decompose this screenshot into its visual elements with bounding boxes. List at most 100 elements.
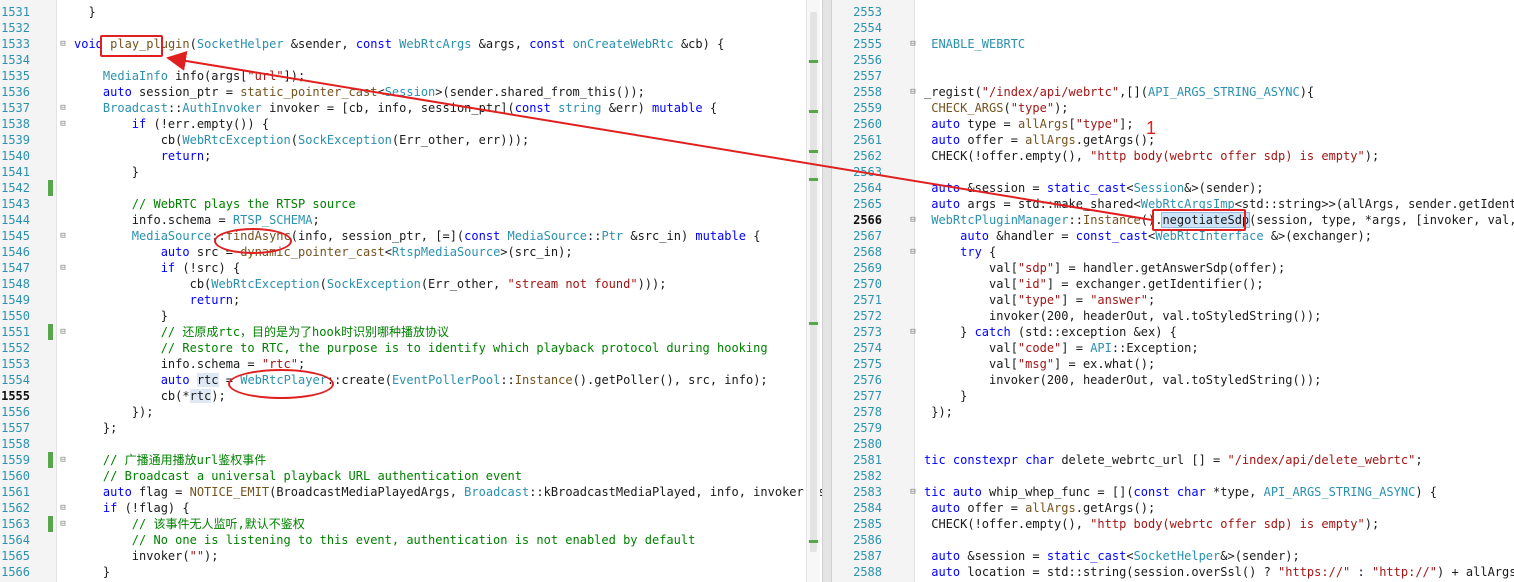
- code-text[interactable]: auto &handler = const_cast<WebRtcInterfa…: [924, 228, 1372, 244]
- code-text[interactable]: ENABLE_WEBRTC: [924, 36, 1025, 52]
- code-line[interactable]: 2553: [832, 4, 1514, 20]
- code-line[interactable]: 2563: [832, 164, 1514, 180]
- code-line[interactable]: 2588 auto location = std::string(session…: [832, 564, 1514, 580]
- code-line[interactable]: 1547 ⊟ if (!src) {: [0, 260, 822, 276]
- code-line[interactable]: 2576 invoker(200, headerOut, val.toStyle…: [832, 372, 1514, 388]
- code-line[interactable]: 2554: [832, 20, 1514, 36]
- code-line[interactable]: 2564 auto &session = static_cast<Session…: [832, 180, 1514, 196]
- code-text[interactable]: CHECK(!offer.empty(), "http body(webrtc …: [924, 148, 1379, 164]
- code-line[interactable]: 2560 auto type = allArgs["type"];: [832, 116, 1514, 132]
- code-text[interactable]: }: [924, 388, 967, 404]
- code-text[interactable]: Broadcast::AuthInvoker invoker = [cb, in…: [74, 100, 717, 116]
- code-text[interactable]: });: [924, 404, 953, 420]
- code-line[interactable]: 1546 auto src = dynamic_pointer_cast<Rts…: [0, 244, 822, 260]
- code-line[interactable]: 1548 cb(WebRtcException(SockException(Er…: [0, 276, 822, 292]
- code-text[interactable]: MediaInfo info(args["url"]);: [74, 68, 305, 84]
- code-text[interactable]: auto offer = allArgs.getArgs();: [924, 500, 1155, 516]
- code-text[interactable]: MediaSource::findAsync(info, session_ptr…: [74, 228, 761, 244]
- code-text[interactable]: // Restore to RTC, the purpose is to ide…: [74, 340, 768, 356]
- splitter[interactable]: [822, 0, 832, 582]
- code-text[interactable]: };: [74, 420, 117, 436]
- code-text[interactable]: }: [74, 564, 110, 580]
- code-line[interactable]: 2587 auto &session = static_cast<SocketH…: [832, 548, 1514, 564]
- left-code-editor[interactable]: 1531 } 1532 1533 ⊟ void play_plugin(SocketHe…: [0, 0, 822, 582]
- code-line[interactable]: 1539 cb(WebRtcException(SockException(Er…: [0, 132, 822, 148]
- code-text[interactable]: try {: [924, 244, 996, 260]
- code-text[interactable]: if (!flag) {: [74, 500, 190, 516]
- code-line[interactable]: 1558: [0, 436, 822, 452]
- code-text[interactable]: });: [74, 404, 154, 420]
- fold-toggle-icon[interactable]: ⊟: [58, 260, 68, 276]
- code-line[interactable]: 2577 }: [832, 388, 1514, 404]
- code-line[interactable]: 2562 CHECK(!offer.empty(), "http body(we…: [832, 148, 1514, 164]
- code-line[interactable]: 1566 }: [0, 564, 822, 580]
- code-text[interactable]: return;: [74, 292, 241, 308]
- code-text[interactable]: } catch (std::exception &ex) {: [924, 324, 1177, 340]
- code-line[interactable]: 2581 tic constexpr char delete_webrtc_url…: [832, 452, 1514, 468]
- code-line[interactable]: 1561 auto flag = NOTICE_EMIT(BroadcastMe…: [0, 484, 822, 500]
- code-line[interactable]: 1555 cb(*rtc);: [0, 388, 822, 404]
- code-text[interactable]: cb(WebRtcException(SockException(Err_oth…: [74, 132, 530, 148]
- code-line[interactable]: 1562 ⊟ if (!flag) {: [0, 500, 822, 516]
- code-text[interactable]: // 还原成rtc，目的是为了hook时识别哪种播放协议: [74, 324, 449, 340]
- code-line[interactable]: 2578 });: [832, 404, 1514, 420]
- code-text[interactable]: if (!src) {: [74, 260, 240, 276]
- code-line[interactable]: 1544 info.schema = RTSP_SCHEMA;: [0, 212, 822, 228]
- fold-toggle-icon[interactable]: ⊟: [58, 100, 68, 116]
- code-line[interactable]: 1554 auto rtc = WebRtcPlayer::create(Eve…: [0, 372, 822, 388]
- code-text[interactable]: cb(WebRtcException(SockException(Err_oth…: [74, 276, 667, 292]
- code-line[interactable]: 1550 }: [0, 308, 822, 324]
- code-text[interactable]: invoker("");: [74, 548, 219, 564]
- code-line[interactable]: 2570 val["id"] = exchanger.getIdentifier…: [832, 276, 1514, 292]
- code-text[interactable]: tic auto whip_whep_func = [](const char …: [924, 484, 1437, 500]
- code-line[interactable]: 1538 ⊟ if (!err.empty()) {: [0, 116, 822, 132]
- code-line[interactable]: 2582: [832, 468, 1514, 484]
- code-line[interactable]: 1532: [0, 20, 822, 36]
- code-text[interactable]: // No one is listening to this event, au…: [74, 532, 696, 548]
- code-line[interactable]: 1557 };: [0, 420, 822, 436]
- fold-toggle-icon[interactable]: ⊟: [58, 228, 68, 244]
- fold-toggle-icon[interactable]: ⊟: [908, 212, 918, 228]
- fold-toggle-icon[interactable]: ⊟: [58, 324, 68, 340]
- code-text[interactable]: auto rtc = WebRtcPlayer::create(EventPol…: [74, 372, 768, 388]
- code-line[interactable]: 2559 CHECK_ARGS("type");: [832, 100, 1514, 116]
- code-line[interactable]: 2561 auto offer = allArgs.getArgs();: [832, 132, 1514, 148]
- code-line[interactable]: 1545 ⊟ MediaSource::findAsync(info, sessi…: [0, 228, 822, 244]
- code-text[interactable]: }: [74, 4, 95, 20]
- code-text[interactable]: val["msg"] = ex.what();: [924, 356, 1155, 372]
- code-line[interactable]: 2558 ⊟ _regist("/index/api/webrtc",[](API_…: [832, 84, 1514, 100]
- code-line[interactable]: 2555 ⊟ ENABLE_WEBRTC: [832, 36, 1514, 52]
- code-text[interactable]: // 该事件无人监听,默认不鉴权: [74, 516, 305, 532]
- code-text[interactable]: auto session_ptr = static_pointer_cast<S…: [74, 84, 645, 100]
- code-text[interactable]: auto &session = static_cast<SocketHelper…: [924, 548, 1300, 564]
- code-text[interactable]: return;: [74, 148, 212, 164]
- code-text[interactable]: auto offer = allArgs.getArgs();: [924, 132, 1155, 148]
- code-line[interactable]: 2584 auto offer = allArgs.getArgs();: [832, 500, 1514, 516]
- code-line[interactable]: 1563 ⊟ // 该事件无人监听,默认不鉴权: [0, 516, 822, 532]
- code-line[interactable]: 1560 // Broadcast a universal playback U…: [0, 468, 822, 484]
- code-text[interactable]: // WebRTC plays the RTSP source: [74, 196, 356, 212]
- code-line[interactable]: 2579: [832, 420, 1514, 436]
- fold-toggle-icon[interactable]: ⊟: [58, 500, 68, 516]
- code-line[interactable]: 2573 ⊟ } catch (std::exception &ex) {: [832, 324, 1514, 340]
- fold-toggle-icon[interactable]: ⊟: [908, 84, 918, 100]
- code-line[interactable]: 2568 ⊟ try {: [832, 244, 1514, 260]
- code-line[interactable]: 1535 MediaInfo info(args["url"]);: [0, 68, 822, 84]
- fold-toggle-icon[interactable]: ⊟: [908, 324, 918, 340]
- fold-toggle-icon[interactable]: ⊟: [58, 452, 68, 468]
- code-line[interactable]: 1552 // Restore to RTC, the purpose is t…: [0, 340, 822, 356]
- code-line[interactable]: 2583 ⊟ tic auto whip_whep_func = [](const …: [832, 484, 1514, 500]
- code-text[interactable]: // 广播通用播放url鉴权事件: [74, 452, 266, 468]
- code-text[interactable]: info.schema = RTSP_SCHEMA;: [74, 212, 320, 228]
- code-line[interactable]: 1556 });: [0, 404, 822, 420]
- code-text[interactable]: if (!err.empty()) {: [74, 116, 269, 132]
- code-line[interactable]: 1536 auto session_ptr = static_pointer_c…: [0, 84, 822, 100]
- code-line[interactable]: 1541 }: [0, 164, 822, 180]
- code-text[interactable]: }: [74, 164, 139, 180]
- code-line[interactable]: 1543 // WebRTC plays the RTSP source: [0, 196, 822, 212]
- code-text[interactable]: cb(*rtc);: [74, 388, 226, 404]
- code-line[interactable]: 2574 val["code"] = API::Exception;: [832, 340, 1514, 356]
- fold-toggle-icon[interactable]: ⊟: [908, 36, 918, 52]
- code-line[interactable]: 1549 return;: [0, 292, 822, 308]
- code-text[interactable]: // Broadcast a universal playback URL au…: [74, 468, 522, 484]
